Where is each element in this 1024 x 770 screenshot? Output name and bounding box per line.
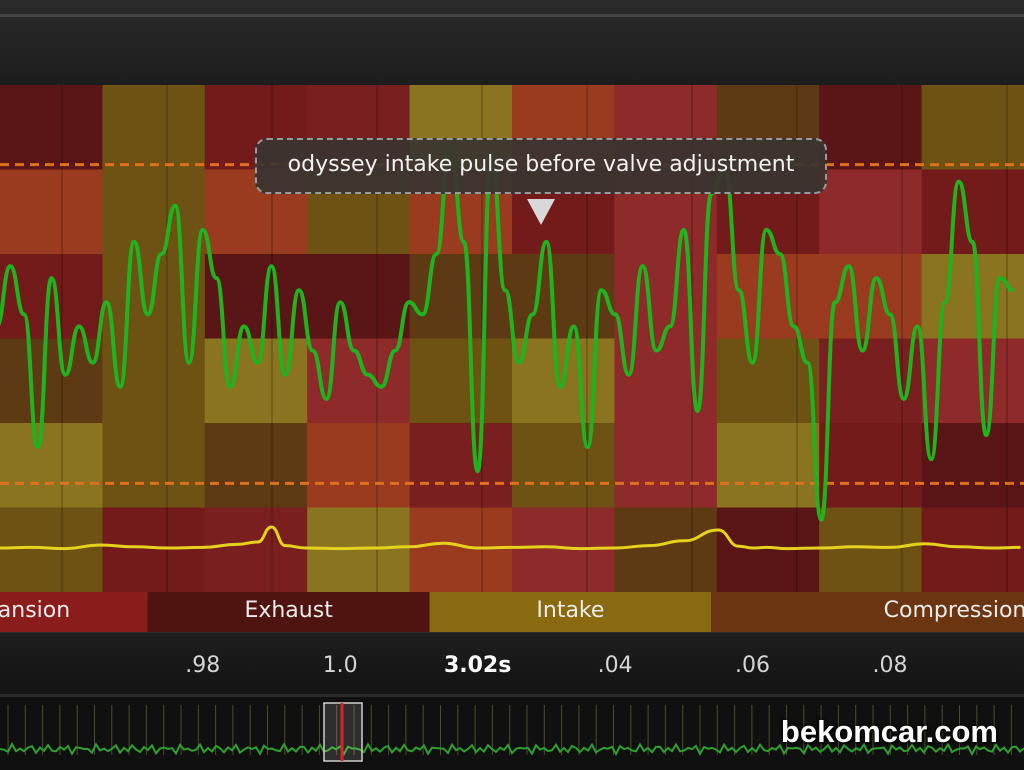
heat-cell bbox=[307, 507, 411, 593]
time-tick-label: .06 bbox=[735, 653, 771, 678]
time-tick-label: .04 bbox=[597, 653, 633, 678]
heat-cell bbox=[307, 423, 411, 509]
brand-watermark: bekomcar.com bbox=[780, 714, 998, 749]
heat-cell bbox=[409, 423, 513, 509]
heat-cell bbox=[409, 338, 513, 424]
heat-cell bbox=[512, 423, 616, 509]
callout-pointer bbox=[527, 199, 555, 225]
heat-cell bbox=[921, 254, 1024, 340]
phase-label-compression: Compression bbox=[883, 598, 1024, 623]
phase-strip bbox=[0, 592, 1024, 632]
time-tick-label: .98 bbox=[185, 653, 221, 678]
heat-cell bbox=[0, 169, 104, 255]
heat-cell bbox=[102, 85, 206, 171]
heat-cell bbox=[819, 423, 923, 509]
time-tick-label: .08 bbox=[872, 653, 908, 678]
phase-label-exhaust: Exhaust bbox=[244, 598, 333, 623]
heat-cell bbox=[409, 507, 513, 593]
heat-cell bbox=[716, 423, 821, 509]
heat-cell bbox=[512, 507, 616, 593]
heat-cell bbox=[921, 507, 1024, 593]
heat-cell bbox=[409, 254, 513, 340]
heat-cell bbox=[716, 507, 821, 593]
heat-cell bbox=[204, 507, 309, 593]
heat-cell bbox=[102, 423, 206, 509]
heat-cell bbox=[819, 85, 923, 171]
heat-cell bbox=[102, 169, 206, 255]
time-axis[interactable]: .98 1.0 3.02s .04 .06 .08 bbox=[0, 632, 1024, 689]
heat-cell bbox=[614, 423, 718, 509]
waveform-app: ansion Exhaust Intake Compression odyssey i… bbox=[0, 0, 1024, 770]
heat-cell bbox=[921, 85, 1024, 171]
heat-cell bbox=[0, 254, 104, 340]
heat-cell bbox=[0, 507, 104, 593]
current-time-label: 3.02s bbox=[443, 653, 512, 678]
heat-cell bbox=[0, 423, 104, 509]
time-tick-label: 1.0 bbox=[322, 653, 358, 678]
heat-cell bbox=[102, 507, 206, 593]
annotation-callout[interactable]: odyssey intake pulse before valve adjust… bbox=[255, 138, 827, 194]
waveform-plot[interactable] bbox=[0, 0, 1024, 632]
heat-cell bbox=[819, 169, 923, 255]
heat-cell bbox=[204, 338, 309, 424]
heat-cell bbox=[716, 338, 821, 424]
heat-cell bbox=[307, 254, 411, 340]
heat-cell bbox=[614, 507, 718, 593]
phase-label-expansion: ansion bbox=[0, 598, 71, 623]
phase-label-intake: Intake bbox=[536, 598, 605, 623]
heat-cell bbox=[0, 85, 104, 171]
heat-cell bbox=[819, 507, 923, 593]
heat-cell bbox=[204, 423, 309, 509]
